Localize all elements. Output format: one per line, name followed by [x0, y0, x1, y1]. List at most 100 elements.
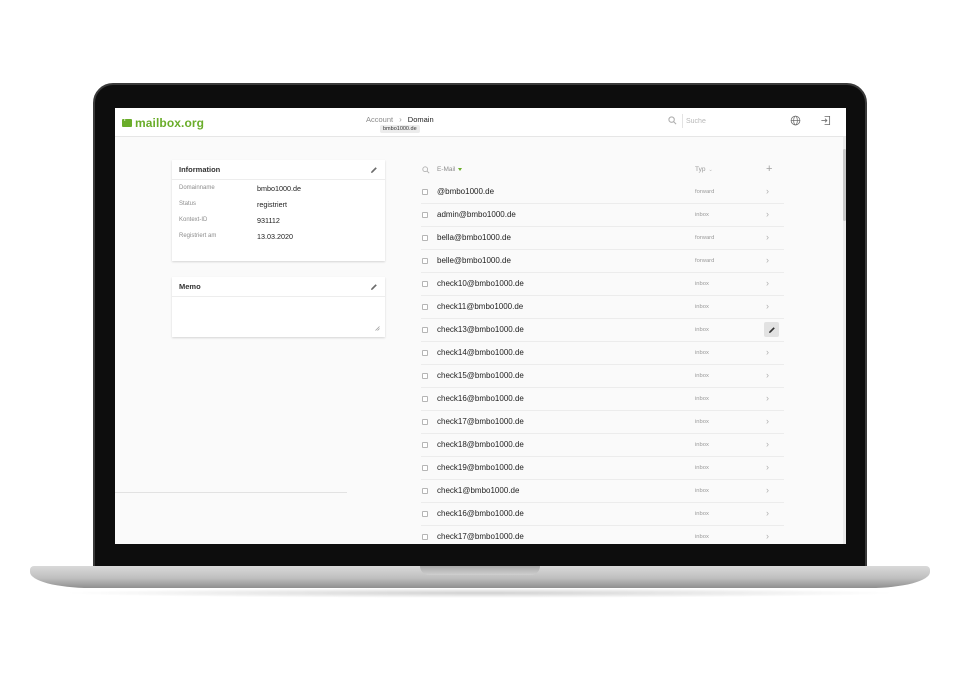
row-email[interactable]: check16@bmbo1000.de: [437, 394, 524, 403]
chevron-right-icon[interactable]: ›: [766, 416, 769, 426]
chevron-right-icon[interactable]: ›: [766, 347, 769, 357]
chevron-right-icon[interactable]: ›: [766, 439, 769, 449]
row-email[interactable]: check17@bmbo1000.de: [437, 417, 524, 426]
row-email[interactable]: check15@bmbo1000.de: [437, 371, 524, 380]
row-checkbox[interactable]: [422, 212, 428, 218]
search-icon[interactable]: [668, 116, 677, 125]
row-type: inbox: [695, 511, 709, 517]
table-row[interactable]: check19@bmbo1000.de inbox ›: [421, 457, 784, 480]
table-row[interactable]: belle@bmbo1000.de forward ›: [421, 250, 784, 273]
chevron-right-icon[interactable]: ›: [766, 485, 769, 495]
logout-icon[interactable]: [820, 115, 831, 126]
row-type: inbox: [695, 327, 709, 333]
table-row[interactable]: check11@bmbo1000.de inbox ›: [421, 296, 784, 319]
info-label: Domainname: [179, 185, 215, 191]
row-type: inbox: [695, 281, 709, 287]
chevron-right-icon[interactable]: ›: [766, 186, 769, 196]
row-email[interactable]: check16@bmbo1000.de: [437, 509, 524, 518]
table-row[interactable]: @bmbo1000.de forward ›: [421, 181, 784, 204]
domain-chip: bmbo1000.de: [380, 125, 420, 133]
chevron-right-icon[interactable]: ›: [766, 232, 769, 242]
chevron-right-icon[interactable]: ›: [766, 278, 769, 288]
edit-icon[interactable]: [370, 166, 378, 174]
row-checkbox[interactable]: [422, 488, 428, 494]
row-email[interactable]: check11@bmbo1000.de: [437, 302, 523, 311]
row-email[interactable]: admin@bmbo1000.de: [437, 210, 516, 219]
logo[interactable]: mailbox.org: [122, 116, 204, 130]
chevron-right-icon[interactable]: ›: [766, 301, 769, 311]
table-row[interactable]: check17@bmbo1000.de inbox ›: [421, 411, 784, 434]
row-checkbox[interactable]: [422, 442, 428, 448]
row-email[interactable]: check18@bmbo1000.de: [437, 440, 524, 449]
row-email[interactable]: check13@bmbo1000.de: [437, 325, 524, 334]
chevron-right-icon[interactable]: ›: [766, 209, 769, 219]
row-checkbox[interactable]: [422, 350, 428, 356]
divider: [115, 492, 347, 493]
column-header-type-label: Typ: [695, 166, 706, 173]
scrollbar[interactable]: [843, 137, 846, 544]
edit-icon: [768, 326, 775, 333]
table-row[interactable]: check10@bmbo1000.de inbox ›: [421, 273, 784, 296]
table-row[interactable]: check17@bmbo1000.de inbox ›: [421, 526, 784, 544]
row-email[interactable]: check14@bmbo1000.de: [437, 348, 524, 357]
row-edit-button[interactable]: [764, 322, 779, 337]
row-checkbox[interactable]: [422, 327, 428, 333]
search-input[interactable]: [682, 114, 772, 128]
info-row-status: Status registriert: [172, 196, 385, 212]
mail-list: @bmbo1000.de forward › admin@bmbo1000.de inb…: [421, 181, 784, 544]
row-checkbox[interactable]: [422, 235, 428, 241]
top-bar: mailbox.org Account › Domain bmbo1000.de: [115, 108, 846, 137]
chevron-right-icon[interactable]: ›: [766, 462, 769, 472]
row-checkbox[interactable]: [422, 419, 428, 425]
table-row[interactable]: check16@bmbo1000.de inbox ›: [421, 388, 784, 411]
row-type: forward: [695, 189, 715, 195]
row-checkbox[interactable]: [422, 258, 428, 264]
row-checkbox[interactable]: [422, 534, 428, 540]
row-checkbox[interactable]: [422, 396, 428, 402]
globe-icon[interactable]: [790, 115, 801, 126]
resize-handle-icon[interactable]: [375, 326, 380, 331]
chevron-right-icon[interactable]: ›: [766, 370, 769, 380]
table-row[interactable]: bella@bmbo1000.de forward ›: [421, 227, 784, 250]
table-row[interactable]: check16@bmbo1000.de inbox ›: [421, 503, 784, 526]
memo-card-header: Memo: [172, 277, 385, 297]
column-header-email[interactable]: E-Mail: [437, 166, 463, 173]
row-email[interactable]: @bmbo1000.de: [437, 187, 494, 196]
row-checkbox[interactable]: [422, 189, 428, 195]
chevron-right-icon[interactable]: ›: [766, 393, 769, 403]
breadcrumb-domain: Domain: [407, 115, 434, 124]
row-email[interactable]: check10@bmbo1000.de: [437, 279, 524, 288]
filter-search-icon[interactable]: [422, 166, 430, 174]
row-checkbox[interactable]: [422, 511, 428, 517]
table-row[interactable]: check18@bmbo1000.de inbox ›: [421, 434, 784, 457]
row-email[interactable]: check19@bmbo1000.de: [437, 463, 524, 472]
row-email[interactable]: check17@bmbo1000.de: [437, 532, 524, 541]
row-checkbox[interactable]: [422, 304, 428, 310]
add-address-button[interactable]: +: [766, 163, 772, 175]
row-checkbox[interactable]: [422, 465, 428, 471]
row-email[interactable]: bella@bmbo1000.de: [437, 233, 511, 242]
row-checkbox[interactable]: [422, 373, 428, 379]
row-email[interactable]: belle@bmbo1000.de: [437, 256, 511, 265]
row-type: inbox: [695, 373, 709, 379]
column-header-email-label: E-Mail: [437, 166, 456, 173]
table-row[interactable]: check1@bmbo1000.de inbox ›: [421, 480, 784, 503]
row-checkbox[interactable]: [422, 281, 428, 287]
table-row[interactable]: check15@bmbo1000.de inbox ›: [421, 365, 784, 388]
table-row[interactable]: admin@bmbo1000.de inbox ›: [421, 204, 784, 227]
chevron-right-icon[interactable]: ›: [766, 508, 769, 518]
memo-textarea[interactable]: [172, 297, 385, 336]
chevron-right-icon[interactable]: ›: [766, 255, 769, 265]
row-type: inbox: [695, 396, 709, 402]
edit-icon[interactable]: [370, 283, 378, 291]
column-header-type[interactable]: Typ ⌄: [695, 166, 713, 173]
row-type: inbox: [695, 350, 709, 356]
info-label: Registriert am: [179, 233, 217, 239]
scrollbar-thumb[interactable]: [843, 149, 846, 221]
row-email[interactable]: check1@bmbo1000.de: [437, 486, 519, 495]
table-row[interactable]: check13@bmbo1000.de inbox: [421, 319, 784, 342]
chevron-right-icon[interactable]: ›: [766, 531, 769, 541]
row-type: inbox: [695, 304, 709, 310]
breadcrumb-account[interactable]: Account: [366, 115, 393, 124]
table-row[interactable]: check14@bmbo1000.de inbox ›: [421, 342, 784, 365]
